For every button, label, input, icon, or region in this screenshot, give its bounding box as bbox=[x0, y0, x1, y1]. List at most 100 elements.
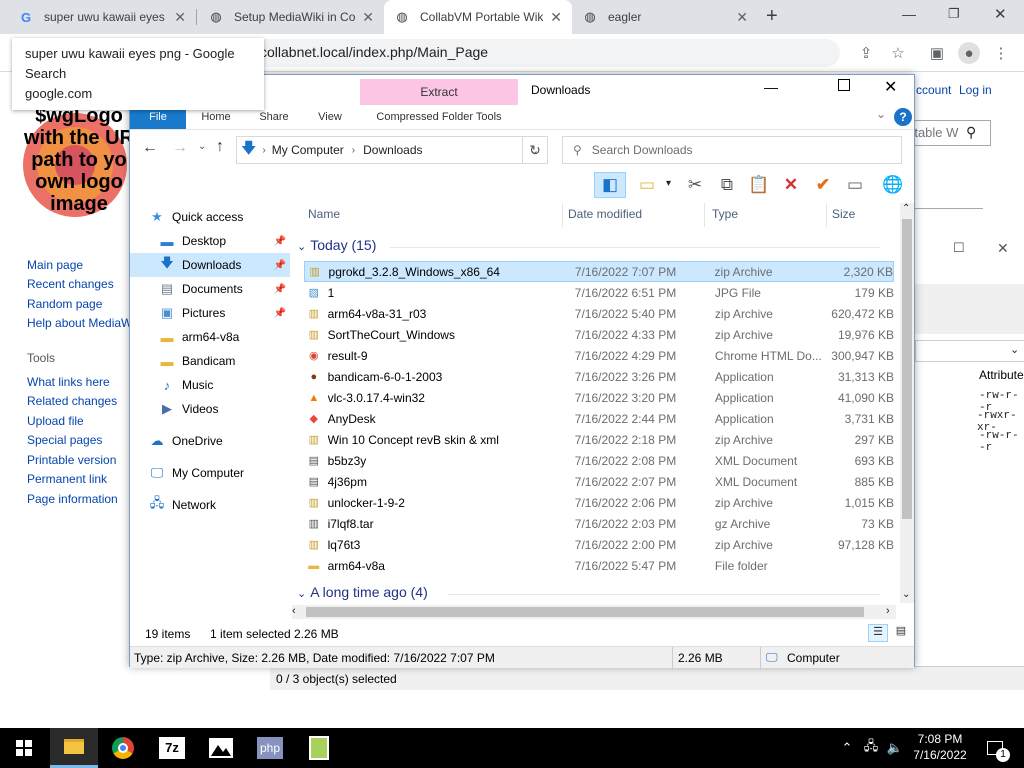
help-icon[interactable]: ? bbox=[894, 108, 912, 126]
nav-help[interactable]: Help about MediaW bbox=[27, 316, 129, 330]
close-window-icon[interactable]: ✕ bbox=[994, 5, 1007, 23]
pin-icon[interactable]: 📌 bbox=[274, 236, 286, 247]
close-icon[interactable]: ✕ bbox=[997, 240, 1009, 257]
tab-collabvm-wiki[interactable]: ◍ CollabVM Portable Wik ✕ bbox=[384, 0, 572, 34]
delete-icon[interactable]: ✕ bbox=[778, 172, 804, 198]
column-name[interactable]: Name bbox=[308, 207, 340, 221]
nav-item-quick-access[interactable]: ★ Quick access bbox=[130, 205, 290, 229]
tool-page-information[interactable]: Page information bbox=[27, 492, 118, 506]
scroll-right-icon[interactable]: › bbox=[886, 605, 890, 617]
show-hidden-icons[interactable]: ⌃ bbox=[838, 728, 856, 768]
restore-icon[interactable]: ☐ bbox=[953, 240, 965, 256]
close-icon[interactable]: ✕ bbox=[884, 77, 897, 97]
7zip-icon[interactable]: 7z bbox=[148, 728, 196, 768]
search-input[interactable]: ⚲ Search Downloads bbox=[562, 136, 902, 164]
close-tab-icon[interactable]: ✕ bbox=[736, 9, 748, 26]
tab-google-search[interactable]: G super uwu kawaii eyes ✕ bbox=[8, 0, 196, 34]
file-row[interactable]: ▥ SortTheCourt_Windows 7/16/2022 4:33 PM zi… bbox=[304, 324, 894, 345]
details-view-icon[interactable]: ☰ bbox=[868, 624, 888, 642]
new-tab-button[interactable]: + bbox=[766, 5, 778, 28]
tab-compressed-folder-tools[interactable]: Compressed Folder Tools bbox=[360, 105, 518, 129]
recent-locations-icon[interactable]: ⌄ bbox=[198, 141, 206, 152]
menu-icon[interactable]: ⋮ bbox=[990, 42, 1012, 64]
copy-icon[interactable]: ⧉ bbox=[714, 172, 740, 198]
file-row[interactable]: ▤ 4j36pm 7/16/2022 2:07 PM XML Document 885 … bbox=[304, 471, 894, 492]
group-today[interactable]: ⌄ Today (15) bbox=[297, 237, 376, 253]
breadcrumb-my-computer[interactable]: My Computer bbox=[272, 143, 344, 157]
chevron-down-icon[interactable]: ⌄ bbox=[1010, 343, 1019, 356]
maximize-icon[interactable] bbox=[838, 79, 850, 91]
back-arrow-icon[interactable]: ← bbox=[142, 139, 158, 157]
forward-arrow-icon[interactable]: → bbox=[172, 139, 188, 157]
paste-icon[interactable]: 📋 bbox=[746, 172, 772, 198]
clock[interactable]: 7:08 PM 7/16/2022 bbox=[910, 731, 970, 763]
large-icons-view-icon[interactable]: ▤ bbox=[892, 624, 910, 642]
file-row[interactable]: ◆ AnyDesk 7/16/2022 2:44 PM Application 3,73… bbox=[304, 408, 894, 429]
cut-icon[interactable]: ✂ bbox=[682, 172, 708, 198]
file-row[interactable]: ▥ unlocker-1-9-2 7/16/2022 2:06 PM zip Arch… bbox=[304, 492, 894, 513]
minimize-icon[interactable]: — bbox=[764, 79, 778, 95]
file-row[interactable]: ▤ b5bz3y 7/16/2022 2:08 PM XML Document 693 … bbox=[304, 450, 894, 471]
login-link[interactable]: Log in bbox=[959, 83, 992, 97]
collapse-ribbon-icon[interactable]: ⌄ bbox=[876, 107, 886, 121]
address-bar[interactable]: collabnet.local/index.php/Main_Page bbox=[250, 39, 840, 67]
windows-start-icon[interactable] bbox=[0, 728, 48, 768]
close-tab-icon[interactable]: ✕ bbox=[362, 9, 374, 26]
nav-item-bandicam[interactable]: ▬ Bandicam bbox=[130, 349, 290, 373]
breadcrumb-downloads[interactable]: Downloads bbox=[363, 143, 422, 157]
bookmark-star-icon[interactable]: ☆ bbox=[887, 42, 909, 64]
close-tab-icon[interactable]: ✕ bbox=[550, 9, 562, 26]
pin-icon[interactable]: 📌 bbox=[274, 284, 286, 295]
scroll-left-icon[interactable]: ‹ bbox=[292, 605, 296, 617]
file-row[interactable]: ▥ i7lqf8.tar 7/16/2022 2:03 PM gz Archive 73… bbox=[304, 513, 894, 534]
tool-upload-file[interactable]: Upload file bbox=[27, 414, 84, 428]
create-account-link[interactable]: ccount bbox=[916, 83, 951, 97]
column-date-modified[interactable]: Date modified bbox=[568, 207, 642, 221]
nav-item-my-computer[interactable]: 🖵 My Computer bbox=[130, 461, 290, 485]
minimize-icon[interactable]: — bbox=[902, 6, 916, 22]
tool-what-links-here[interactable]: What links here bbox=[27, 375, 110, 389]
path-combo[interactable]: ⌄ bbox=[915, 340, 1024, 362]
group-long-ago[interactable]: ⌄ A long time ago (4) bbox=[297, 584, 428, 600]
preview-pane-icon[interactable]: ◧ bbox=[594, 172, 626, 198]
notification-center-icon[interactable]: 1 bbox=[982, 728, 1010, 768]
explorer-icon[interactable] bbox=[50, 728, 98, 768]
file-row[interactable]: ▥ lq76t3 7/16/2022 2:00 PM zip Archive 97,12… bbox=[304, 534, 894, 555]
column-size[interactable]: Size bbox=[832, 207, 855, 221]
tool-special-pages[interactable]: Special pages bbox=[27, 433, 102, 447]
nav-main-page[interactable]: Main page bbox=[27, 258, 83, 272]
address-bar[interactable]: 🡇 › My Computer › Downloads ⌄ bbox=[236, 136, 548, 164]
nav-item-music[interactable]: ♪ Music bbox=[130, 373, 290, 397]
rename-icon[interactable]: ▭ bbox=[842, 172, 868, 198]
profile-icon[interactable]: ● bbox=[958, 42, 980, 64]
nav-item-documents[interactable]: ▤ Documents 📌 bbox=[130, 277, 290, 301]
tool-permanent-link[interactable]: Permanent link bbox=[27, 472, 107, 486]
chrome-icon[interactable] bbox=[99, 728, 147, 768]
nav-item-network[interactable]: 🖧 Network bbox=[130, 493, 290, 517]
side-panel-icon[interactable]: ▣ bbox=[926, 42, 948, 64]
horizontal-scrollbar[interactable]: ‹ › bbox=[292, 605, 896, 619]
pin-icon[interactable]: 📌 bbox=[274, 260, 286, 271]
file-row[interactable]: ▧ 1 7/16/2022 6:51 PM JPG File 179 KB bbox=[304, 282, 894, 303]
notepadpp-icon[interactable] bbox=[295, 728, 343, 768]
file-row[interactable]: ▬ arm64-v8a 7/16/2022 5:47 PM File folder bbox=[304, 555, 894, 576]
checkmark-icon[interactable]: ✔ bbox=[810, 172, 836, 198]
column-type[interactable]: Type bbox=[712, 207, 738, 221]
chevron-down-icon[interactable]: ▾ bbox=[666, 178, 671, 189]
scroll-down-icon[interactable]: ⌄ bbox=[902, 589, 910, 600]
close-tab-icon[interactable]: ✕ bbox=[174, 9, 186, 26]
scroll-up-icon[interactable]: ⌃ bbox=[902, 203, 910, 214]
tool-printable-version[interactable]: Printable version bbox=[27, 453, 116, 467]
nav-item-onedrive[interactable]: ☁ OneDrive bbox=[130, 429, 290, 453]
up-arrow-icon[interactable]: ↑ bbox=[216, 138, 224, 156]
file-row[interactable]: ▲ vlc-3.0.17.4-win32 7/16/2022 3:20 PM Appl… bbox=[304, 387, 894, 408]
vertical-scrollbar[interactable]: ⌃ ⌄ bbox=[900, 203, 914, 603]
restore-icon[interactable]: ❐ bbox=[948, 6, 960, 22]
share-icon[interactable]: ⇪ bbox=[855, 42, 877, 64]
nav-recent-changes[interactable]: Recent changes bbox=[27, 277, 114, 291]
file-row[interactable]: ◉ result-9 7/16/2022 4:29 PM Chrome HTML Do… bbox=[304, 345, 894, 366]
tab-setup-mediawiki[interactable]: ◍ Setup MediaWiki in Co ✕ bbox=[198, 0, 384, 34]
network-icon[interactable]: 🖧 bbox=[860, 728, 882, 768]
wiki-search-input[interactable]: rtable W bbox=[906, 120, 991, 146]
extract-context-tab[interactable]: Extract bbox=[360, 79, 518, 105]
